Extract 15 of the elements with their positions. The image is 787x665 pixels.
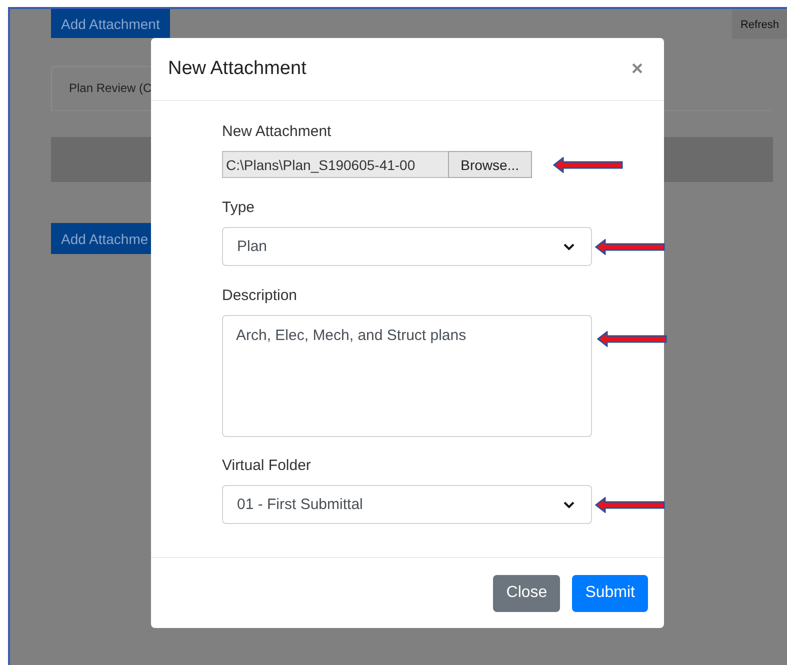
- submit-button[interactable]: Submit: [572, 574, 648, 612]
- field-label: Type: [222, 198, 256, 218]
- refresh-button[interactable]: Refresh: [732, 10, 787, 39]
- file-path-field[interactable]: C:\Plans\Plan_S190605-41-00: [222, 151, 448, 178]
- field-label: New Attachment: [222, 122, 332, 142]
- close-button[interactable]: Close: [493, 574, 560, 612]
- select-field[interactable]: 01 - First Submittal: [222, 485, 592, 524]
- field-label: Description: [222, 286, 298, 306]
- field-label: Virtual Folder: [222, 456, 312, 476]
- browse-button[interactable]: Browse...: [448, 151, 532, 178]
- add-attachment-button[interactable]: Add Attachment: [51, 9, 170, 38]
- description-field[interactable]: Arch, Elec, Mech, and Struct plans: [222, 315, 592, 437]
- chevron-down-icon: [563, 500, 575, 508]
- select-field[interactable]: Plan: [222, 227, 592, 266]
- chevron-down-icon: [563, 242, 575, 250]
